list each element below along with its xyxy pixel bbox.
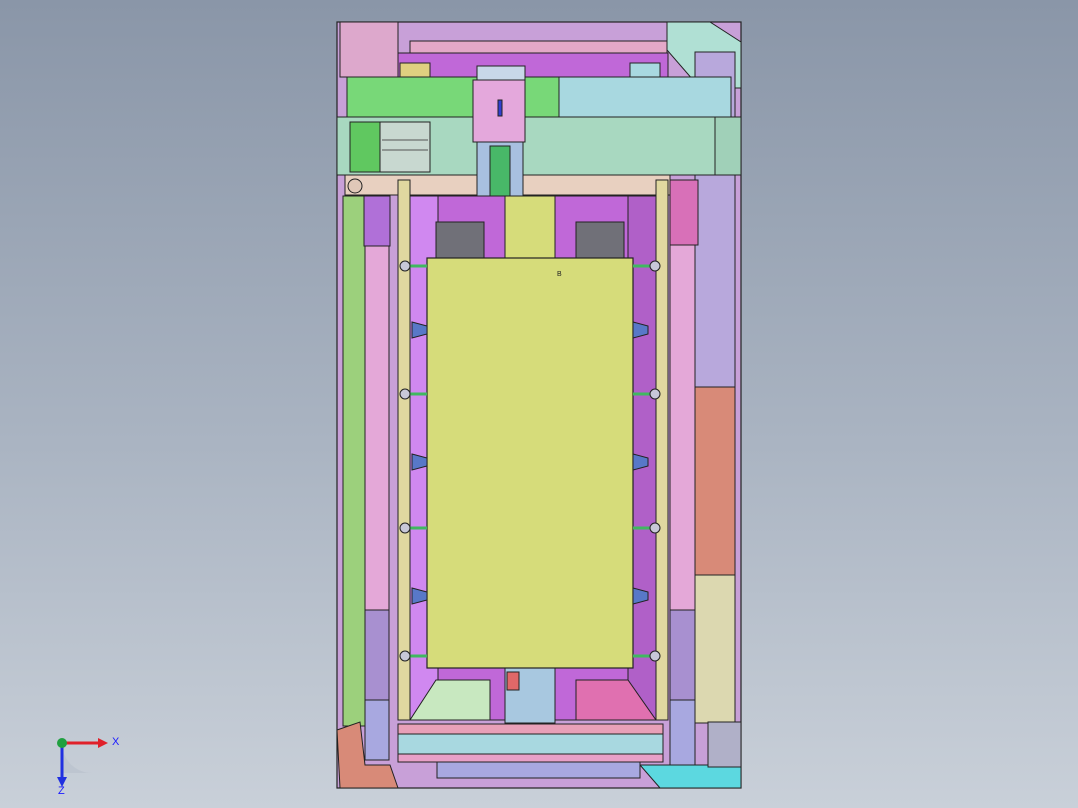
bottom-base [436,761,641,779]
gantry-top-green [346,76,560,118]
spindle-slot [497,99,503,117]
axis-triad: X Z [57,736,120,795]
left-purple-block [363,195,391,247]
work-bed [426,257,634,669]
y-axis-dot [57,738,67,748]
gantry-right-dark [714,116,742,176]
clamp-knob [399,522,411,534]
right-cream-panel [694,574,736,724]
right-salmon-panel [694,386,736,576]
gantry-left-green [349,121,381,173]
right-lower-rack [669,609,696,701]
clamp-knob [399,650,411,662]
x-axis-label: X [112,736,120,748]
well-dark-left [435,221,485,259]
right-magenta-block [669,179,699,246]
left-green-rail [342,195,366,727]
well-center-channel [504,195,556,259]
top-beam [409,40,668,54]
clamp-knob [399,260,411,272]
right-dark-block [707,721,742,768]
clamp-knob [649,388,661,400]
clamp-knob [649,650,661,662]
top-strip-cyan [629,62,661,78]
right-bottom-block [669,699,696,766]
z-axis-label: Z [58,785,65,795]
clamp-knob [649,522,661,534]
machine-model[interactable]: B [0,0,1078,808]
well-dark-right [575,221,625,259]
cad-viewport[interactable]: B X Z [0,0,1078,808]
gantry-motor [379,121,431,173]
top-strip-yellow [399,62,431,78]
left-column-top [339,21,399,78]
bottom-beam [397,733,664,755]
left-lower-rack [364,609,390,701]
top-strip [397,52,669,78]
bottom-beam-strip [397,753,664,763]
spindle-head-top [476,65,526,81]
x-axis-arrow [98,738,108,748]
bed-mark: B [557,271,562,278]
clamp-knob [649,260,661,272]
right-pink-rail [669,244,696,611]
inner-rail-right [655,179,669,721]
clamp-knob [399,388,411,400]
well-bottom-red [506,671,520,691]
left-bottom-block [364,699,390,761]
gantry-top-blue [558,76,732,118]
gantry-bolt [347,178,363,194]
bottom-beam-top [397,723,664,735]
triad-shadow [62,743,92,773]
left-pink-rail [364,244,390,611]
